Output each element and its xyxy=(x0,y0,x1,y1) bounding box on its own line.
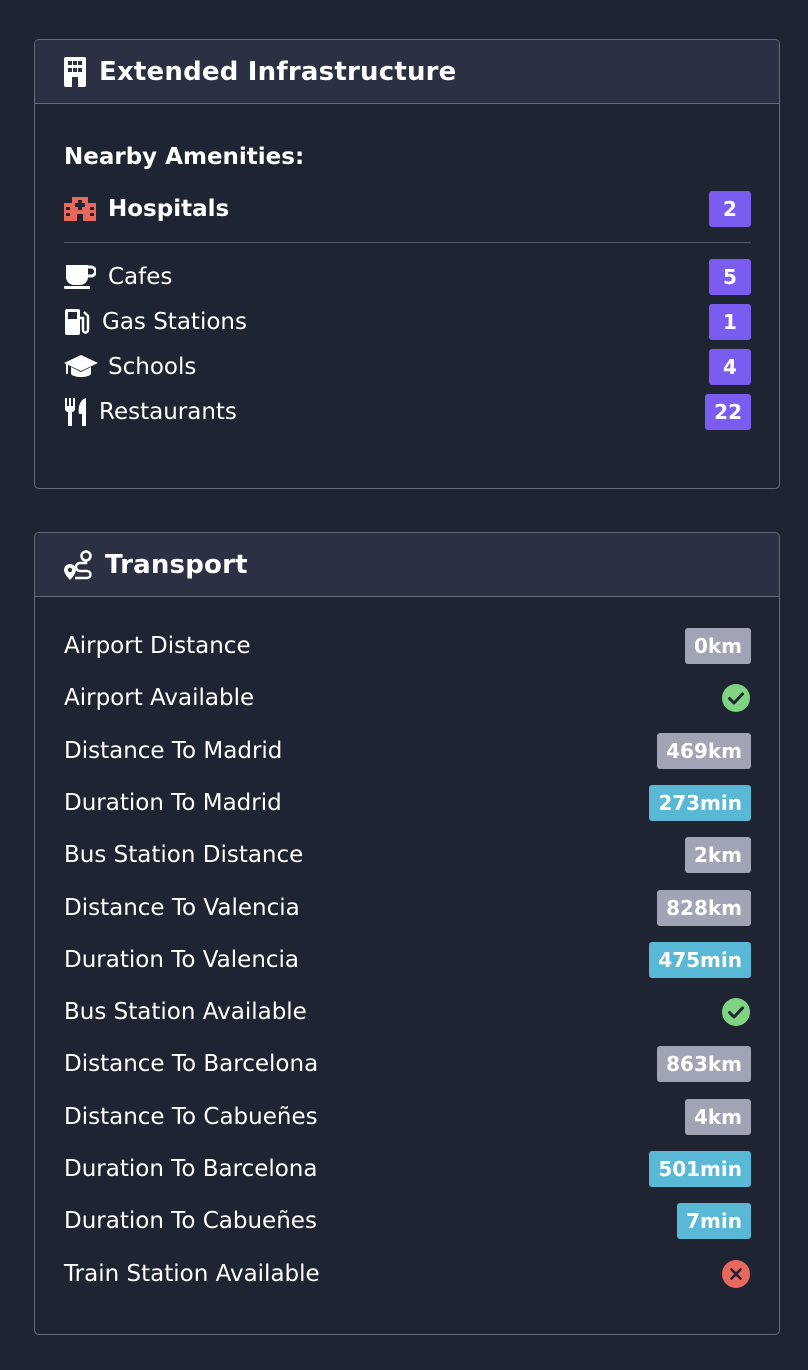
divider xyxy=(64,242,751,243)
section-label: Nearby Amenities: xyxy=(64,144,305,170)
transport-label: Duration To Madrid xyxy=(64,789,282,816)
distance-badge: 828km xyxy=(657,889,751,926)
duration-badge: 475min xyxy=(649,941,751,978)
utensils-icon xyxy=(64,397,90,427)
distance-badge: 2km xyxy=(684,837,751,874)
duration-badge: 7min xyxy=(677,1203,751,1240)
card-title: Extended Infrastructure xyxy=(99,56,457,87)
transport-row: Airport Available xyxy=(64,679,751,717)
count-badge: 2 xyxy=(709,191,751,227)
card-header: Extended Infrastructure xyxy=(35,40,779,104)
transport-label: Duration To Barcelona xyxy=(64,1156,318,1182)
transport-label: Duration To Cabueñes xyxy=(64,1208,317,1235)
amenity-row-hospitals: Hospitals 2 xyxy=(64,190,751,228)
x-circle-icon xyxy=(721,1259,751,1289)
amenity-row-cafes: Cafes 5 xyxy=(64,258,751,296)
transport-label: Bus Station Distance xyxy=(64,842,304,869)
amenity-row-restaurants: Restaurants 22 xyxy=(64,393,751,431)
amenity-label: Cafes xyxy=(108,264,173,290)
gas-pump-icon xyxy=(64,307,92,337)
duration-badge: 501min xyxy=(649,1151,751,1187)
transport-row: Distance To Barcelona 863km xyxy=(64,1045,751,1083)
duration-badge: 273min xyxy=(649,784,751,821)
graduation-cap-icon xyxy=(64,352,98,382)
transport-row: Distance To Cabueñes 4km xyxy=(64,1098,751,1136)
card-header: Transport xyxy=(35,533,779,597)
count-badge: 4 xyxy=(709,349,751,385)
count-badge: 22 xyxy=(705,394,751,430)
count-badge: 1 xyxy=(709,304,751,340)
transport-row: Distance To Valencia 828km xyxy=(64,889,751,927)
transport-row: Train Station Available xyxy=(64,1255,751,1293)
distance-badge: 863km xyxy=(657,1046,751,1083)
distance-badge: 4km xyxy=(684,1098,751,1135)
transport-row: Duration To Valencia 475min xyxy=(64,941,751,979)
hospital-icon xyxy=(64,194,98,224)
transport-label: Airport Distance xyxy=(64,633,251,659)
amenity-row-gas-stations: Gas Stations 1 xyxy=(64,303,751,341)
transport-row: Duration To Madrid 273min xyxy=(64,784,751,822)
transport-label: Distance To Barcelona xyxy=(64,1051,319,1078)
transport-row: Duration To Barcelona 501min xyxy=(64,1150,751,1188)
distance-badge: 0km xyxy=(684,628,751,664)
transport-row: Airport Distance 0km xyxy=(64,627,751,665)
check-circle-icon xyxy=(721,997,751,1027)
coffee-cup-icon xyxy=(64,262,98,292)
transport-label: Bus Station Available xyxy=(64,999,307,1026)
transport-label: Distance To Cabueñes xyxy=(64,1103,318,1130)
transport-row: Distance To Madrid 469km xyxy=(64,732,751,770)
transport-label: Airport Available xyxy=(64,685,255,712)
route-icon xyxy=(63,549,93,580)
transport-label: Train Station Available xyxy=(64,1260,320,1287)
transport-card: Transport Airport Distance 0km Airport Ava… xyxy=(34,532,780,1335)
transport-label: Distance To Madrid xyxy=(64,737,283,764)
distance-badge: 469km xyxy=(657,732,751,769)
amenity-row-schools: Schools 4 xyxy=(64,348,751,386)
amenity-label: Schools xyxy=(108,354,197,380)
extended-infrastructure-card: Extended Infrastructure Nearby Amenities… xyxy=(34,39,780,489)
transport-row: Bus Station Distance 2km xyxy=(64,836,751,874)
transport-row: Duration To Cabueñes 7min xyxy=(64,1202,751,1240)
transport-label: Distance To Valencia xyxy=(64,894,300,921)
count-badge: 5 xyxy=(709,259,751,295)
amenity-label: Hospitals xyxy=(108,196,230,222)
transport-label: Duration To Valencia xyxy=(64,946,300,973)
amenity-label: Gas Stations xyxy=(102,309,247,335)
amenity-label: Restaurants xyxy=(99,399,237,425)
transport-row: Bus Station Available xyxy=(64,993,751,1031)
check-circle-icon xyxy=(721,683,751,713)
building-icon xyxy=(63,56,87,87)
card-title: Transport xyxy=(105,549,248,580)
